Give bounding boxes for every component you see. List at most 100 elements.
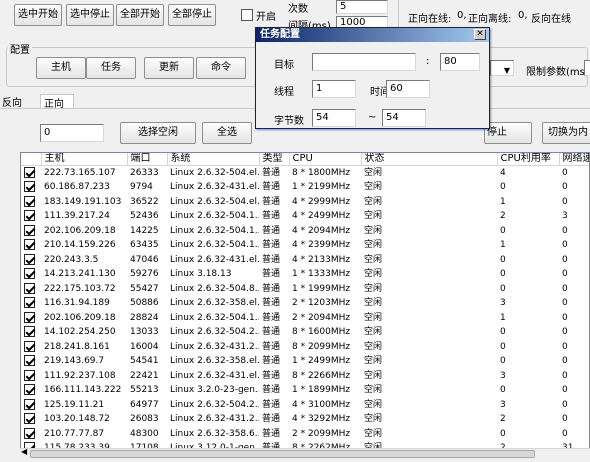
table-row[interactable]: 111.39.217.24 52436 Linux 2.6.32-504.1... 普… bbox=[21, 209, 589, 224]
col-cpu-usage[interactable]: CPU利用率 bbox=[497, 153, 560, 166]
row-checkbox-cell[interactable] bbox=[21, 209, 41, 224]
table-row[interactable]: 111.92.237.108 22421 Linux 2.6.32-431.el..… bbox=[21, 369, 589, 384]
update-button[interactable]: 更新 bbox=[144, 57, 194, 79]
table-row[interactable]: 14.213.241.130 59276 Linux 3.18.13 普通 1 * 13… bbox=[21, 267, 589, 282]
table-row[interactable]: 116.31.94.189 50886 Linux 2.6.32-358.el...… bbox=[21, 296, 589, 311]
row-checkbox-cell[interactable] bbox=[21, 398, 41, 413]
row-checkbox[interactable] bbox=[24, 195, 35, 207]
row-checkbox-cell[interactable] bbox=[21, 325, 41, 340]
row-checkbox[interactable] bbox=[24, 210, 35, 222]
port-input[interactable]: 80 bbox=[440, 53, 480, 71]
target-input[interactable] bbox=[312, 53, 416, 71]
table-row[interactable]: 210.14.159.226 63435 Linux 2.6.32-504.1...… bbox=[21, 238, 589, 253]
row-checkbox[interactable] bbox=[24, 326, 35, 338]
horizontal-scrollbar[interactable]: ◀ bbox=[20, 447, 590, 458]
scroll-left-icon[interactable]: ◀ bbox=[21, 447, 27, 456]
row-checkbox[interactable] bbox=[24, 369, 35, 381]
col-status[interactable]: 状态 bbox=[361, 153, 498, 166]
select-all-button[interactable]: 全选 bbox=[202, 122, 252, 144]
limit-params-input[interactable] bbox=[584, 60, 590, 76]
col-cpu[interactable]: CPU bbox=[289, 153, 362, 166]
select-start-button[interactable]: 选中开始 bbox=[14, 4, 62, 26]
col-system[interactable]: 系统 bbox=[167, 153, 260, 166]
switch-to-button[interactable]: 切换为内 bbox=[542, 122, 590, 144]
row-checkbox[interactable] bbox=[24, 239, 35, 251]
row-checkbox-cell[interactable] bbox=[21, 427, 41, 442]
tab-forward[interactable]: 正向 bbox=[40, 94, 74, 110]
col-host[interactable]: 主机 bbox=[41, 153, 128, 166]
row-checkbox[interactable] bbox=[24, 340, 35, 352]
scrollbar-thumb[interactable] bbox=[30, 450, 535, 458]
row-checkbox[interactable] bbox=[24, 167, 35, 178]
table-row[interactable]: 125.19.11.21 64977 Linux 2.6.32-504.2... 普通… bbox=[21, 398, 589, 413]
row-checkbox[interactable] bbox=[24, 398, 35, 410]
table-row[interactable]: 183.149.191.103 36522 Linux 2.6.32-504.el.… bbox=[21, 195, 589, 210]
col-type[interactable]: 类型 bbox=[259, 153, 290, 166]
table-row[interactable]: 220.243.3.5 47046 Linux 2.6.32-431.el... 普通… bbox=[21, 253, 589, 268]
table-row[interactable]: 222.73.165.107 26333 Linux 2.6.32-504.el..… bbox=[21, 166, 589, 181]
host-button[interactable]: 主机 bbox=[36, 57, 86, 79]
row-checkbox-cell[interactable] bbox=[21, 253, 41, 268]
host-table[interactable]: 主机 端口 系统 类型 CPU 状态 CPU利用率 网络速 222.73.165… bbox=[20, 152, 590, 456]
bytes-max-input[interactable]: 54 bbox=[382, 109, 426, 127]
row-checkbox[interactable] bbox=[24, 355, 35, 367]
cell-port: 26083 bbox=[130, 414, 159, 425]
row-checkbox[interactable] bbox=[24, 282, 35, 294]
dialog-titlebar[interactable]: 任务配置 ✕ bbox=[256, 28, 489, 42]
bytes-min-input[interactable]: 54 bbox=[312, 109, 356, 127]
row-checkbox-cell[interactable] bbox=[21, 267, 41, 282]
table-row[interactable]: 218.241.8.161 16004 Linux 2.6.32-431.2... 普… bbox=[21, 340, 589, 355]
tab-reverse[interactable]: 反向 bbox=[0, 94, 40, 109]
stop-button[interactable]: 停止 bbox=[484, 122, 532, 144]
table-row[interactable]: 166.111.143.222 55213 Linux 3.2.0-23-gen..… bbox=[21, 383, 589, 398]
row-checkbox-cell[interactable] bbox=[21, 383, 41, 398]
row-checkbox-cell[interactable] bbox=[21, 282, 41, 297]
row-checkbox-cell[interactable] bbox=[21, 369, 41, 384]
all-start-button[interactable]: 全部开始 bbox=[116, 4, 164, 26]
table-row[interactable]: 222.175.103.72 55427 Linux 2.6.32-504.8...… bbox=[21, 282, 589, 297]
count-input[interactable]: 5 bbox=[336, 0, 388, 14]
row-checkbox[interactable] bbox=[24, 268, 35, 280]
cell-port: 48300 bbox=[130, 428, 159, 439]
table-row[interactable]: 60.186.87.233 9794 Linux 2.6.32-431.el... 普… bbox=[21, 180, 589, 195]
row-checkbox-cell[interactable] bbox=[21, 311, 41, 326]
row-checkbox[interactable] bbox=[24, 413, 35, 425]
row-checkbox[interactable] bbox=[24, 384, 35, 396]
col-check[interactable] bbox=[21, 153, 42, 166]
row-checkbox-cell[interactable] bbox=[21, 224, 41, 239]
table-row[interactable]: 103.20.148.72 26083 Linux 2.6.32-431.2... 普… bbox=[21, 412, 589, 427]
row-checkbox-cell[interactable] bbox=[21, 412, 41, 427]
row-checkbox[interactable] bbox=[24, 253, 35, 265]
command-button[interactable]: 命令 bbox=[196, 57, 246, 79]
row-checkbox[interactable] bbox=[24, 427, 35, 439]
table-row[interactable]: 14.102.254.250 13033 Linux 2.6.32-504.2...… bbox=[21, 325, 589, 340]
row-checkbox[interactable] bbox=[24, 181, 35, 193]
col-port[interactable]: 端口 bbox=[127, 153, 168, 166]
row-checkbox-cell[interactable] bbox=[21, 340, 41, 355]
table-row[interactable]: 202.106.209.18 14225 Linux 2.6.32-504.1...… bbox=[21, 224, 589, 239]
table-row[interactable]: 202.106.209.18 28824 Linux 2.6.32-504.1...… bbox=[21, 311, 589, 326]
enable-checkbox[interactable] bbox=[241, 9, 253, 21]
row-checkbox-cell[interactable] bbox=[21, 195, 41, 210]
row-checkbox-cell[interactable] bbox=[21, 296, 41, 311]
all-stop-button[interactable]: 全部停止 bbox=[168, 4, 216, 26]
close-icon[interactable]: ✕ bbox=[474, 29, 486, 40]
task-button[interactable]: 任务 bbox=[86, 57, 136, 79]
row-checkbox[interactable] bbox=[24, 224, 35, 236]
col-network-speed[interactable]: 网络速 bbox=[559, 153, 589, 166]
table-row[interactable]: 210.77.77.87 48300 Linux 2.6.32-358.6.... 普… bbox=[21, 427, 589, 442]
row-checkbox[interactable] bbox=[24, 297, 35, 309]
select-idle-button[interactable]: 选择空闲 bbox=[120, 122, 196, 144]
threads-input[interactable]: 1 bbox=[312, 80, 356, 98]
select-stop-button[interactable]: 选中停止 bbox=[66, 4, 114, 26]
table-row[interactable]: 219.143.69.7 54541 Linux 2.6.32-358.el... 普… bbox=[21, 354, 589, 369]
row-checkbox-cell[interactable] bbox=[21, 354, 41, 369]
mode-select[interactable]: ▼ bbox=[490, 60, 514, 76]
row-checkbox-cell[interactable] bbox=[21, 166, 41, 181]
time-input[interactable]: 60 bbox=[386, 80, 430, 98]
row-checkbox[interactable] bbox=[24, 311, 35, 323]
filter-input[interactable]: 0 bbox=[40, 124, 104, 142]
row-checkbox-cell[interactable] bbox=[21, 180, 41, 195]
row-checkbox-cell[interactable] bbox=[21, 238, 41, 253]
cell-system: Linux 2.6.32-504.2... bbox=[170, 327, 259, 338]
